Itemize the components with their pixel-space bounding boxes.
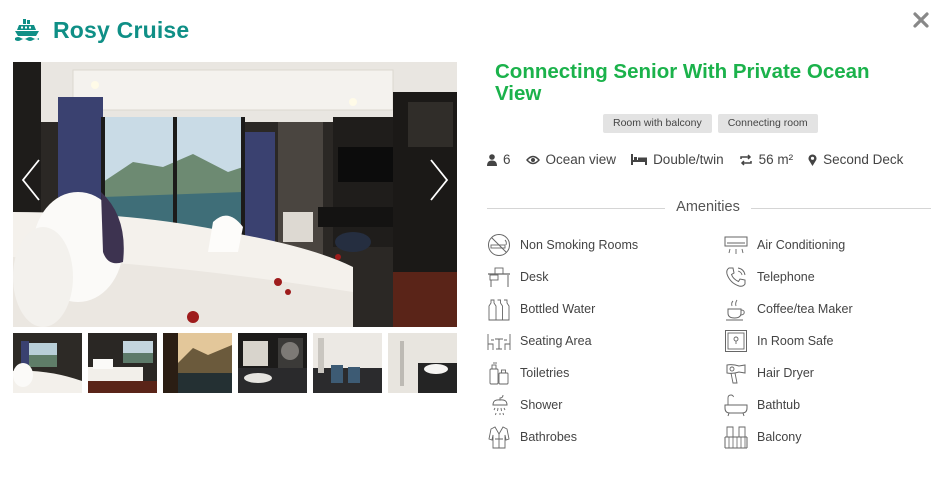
bottled-water-icon [488,299,510,321]
tag-connecting-room: Connecting room [717,114,818,133]
amenity-bathtub: Bathtub [724,392,931,418]
safe-icon [725,330,747,352]
fact-view-value: Ocean view [545,152,617,167]
bathtub-icon [724,394,748,417]
room-photo-main [13,62,457,327]
person-icon [487,153,497,166]
telephone-icon [726,267,746,287]
amenity-in-room-safe: In Room Safe [724,328,931,354]
thumbnail-strip [13,333,457,393]
thumbnail-5[interactable] [313,333,382,393]
divider-right [751,208,931,209]
amenities-heading: Amenities [487,198,931,218]
thumbnail-2[interactable] [88,333,157,393]
tag-room-with-balcony: Room with balcony [603,114,712,133]
desk-icon [488,267,510,287]
divider-left [487,208,665,209]
amenity-desk: Desk [487,264,724,290]
amenity-hair-dryer: Hair Dryer [724,360,931,386]
amenities-title: Amenities [676,199,740,215]
room-photo [13,62,457,327]
fact-deck: Second Deck [808,152,903,167]
chevron-left-icon[interactable] [19,157,43,203]
amenity-telephone: Telephone [724,264,931,290]
cruise-ship-icon [15,19,39,41]
hair-dryer-icon [726,364,746,384]
fact-occupancy-value: 6 [503,152,511,167]
fact-occupancy: 6 [487,152,511,167]
amenity-coffee-tea-maker: Coffee/tea Maker [724,296,931,322]
area-icon [739,153,752,166]
thumbnail-1[interactable] [13,333,82,393]
fact-area: 56 m² [739,152,794,167]
amenity-seating-area: Seating Area [487,328,724,354]
amenity-air-conditioning: Air Conditioning [724,232,931,258]
chevron-right-icon[interactable] [427,157,451,203]
thumbnail-4[interactable] [238,333,307,393]
room-title: Connecting Senior With Private Ocean Vie… [495,60,870,105]
bathrobe-icon [488,426,510,449]
thumbnail-3[interactable] [163,333,232,393]
amenity-shower: Shower [487,392,724,418]
no-smoking-icon [488,234,510,256]
thumbnail-6[interactable] [388,333,457,393]
amenity-non-smoking: Non Smoking Rooms [487,232,724,258]
amenity-bottled-water: Bottled Water [487,296,724,322]
fact-deck-value: Second Deck [823,152,904,167]
close-icon[interactable] [911,10,931,30]
room-tags: Room with balcony Connecting room [603,114,818,133]
bed-icon [631,154,648,165]
eye-icon [525,155,540,164]
amenity-balcony: Balcony [724,424,931,450]
seating-area-icon [487,334,511,350]
fact-bed: Double/twin [631,152,724,167]
fact-view: Ocean view [525,152,617,167]
amenity-bathrobes: Bathrobes [487,424,724,450]
amenities-list: Non Smoking Rooms Air Conditioning Desk … [487,232,931,450]
shower-icon [492,394,508,416]
coffee-maker-icon [726,299,745,321]
amenity-toiletries: Toiletries [487,360,724,386]
fact-area-value: 56 m² [758,152,794,167]
balcony-icon [724,426,748,449]
air-conditioner-icon [724,236,748,254]
map-marker-icon [808,153,817,166]
brand-header: Rosy Cruise [14,15,189,45]
toiletries-icon [489,362,509,385]
brand-name: Rosy Cruise [53,16,190,43]
room-facts: 6 Ocean view Double/twin 56 m² Second De… [487,152,918,167]
fact-bed-value: Double/twin [653,152,724,167]
